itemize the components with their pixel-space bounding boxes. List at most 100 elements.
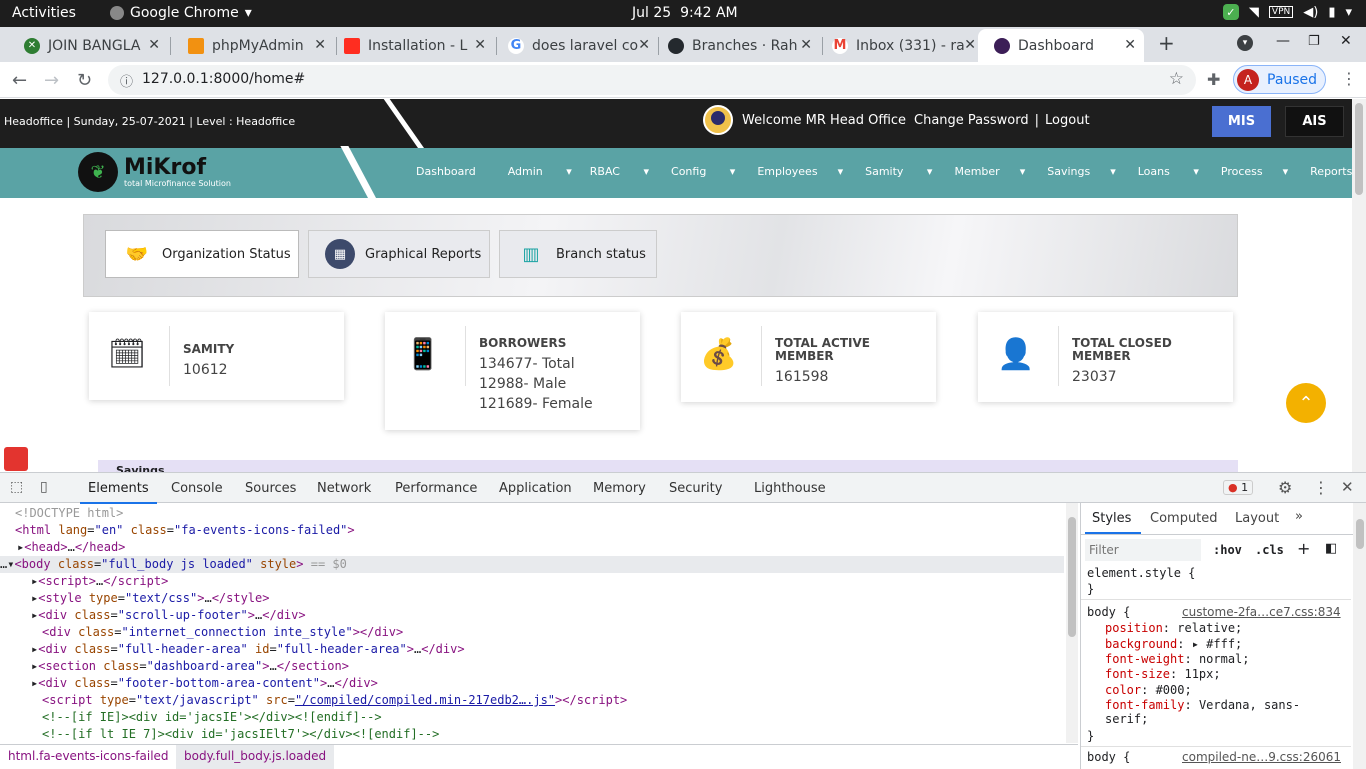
- close-tab-icon[interactable]: ✕: [148, 37, 160, 53]
- tab-console[interactable]: Console: [171, 481, 223, 496]
- minimize-icon[interactable]: —: [1276, 33, 1290, 49]
- dom-node[interactable]: <!--[if lt IE 7]><div id='jacsIElt7'></d…: [0, 726, 1064, 743]
- close-tab-icon[interactable]: ✕: [314, 37, 326, 53]
- tab-organization-status[interactable]: 🤝 Organization Status: [105, 230, 299, 278]
- tab-performance[interactable]: Performance: [395, 481, 477, 496]
- hov-toggle[interactable]: :hov: [1213, 543, 1242, 557]
- activities-button[interactable]: Activities: [12, 5, 76, 21]
- maximize-icon[interactable]: ❐: [1308, 34, 1320, 49]
- inspect-icon[interactable]: ⬚: [10, 479, 23, 495]
- tab-lighthouse[interactable]: Lighthouse: [754, 481, 826, 496]
- menu-samity[interactable]: Samity ▾: [865, 165, 932, 178]
- dom-node[interactable]: <html lang="en" class="fa-events-icons-f…: [0, 522, 1064, 539]
- extensions-icon[interactable]: ✚: [1207, 70, 1220, 89]
- mis-button[interactable]: MIS: [1212, 106, 1271, 137]
- css-prop[interactable]: font-size: 11px;: [1105, 667, 1221, 681]
- menu-reports[interactable]: Reports▾: [1310, 165, 1352, 178]
- more-menu-icon[interactable]: ⋮: [1341, 69, 1357, 88]
- browser-tab[interactable]: ✕ JOIN BANGLA ✕: [8, 29, 168, 62]
- logout-link[interactable]: Logout: [1045, 113, 1090, 128]
- dom-node[interactable]: ▸<div class="footer-bottom-area-content"…: [0, 675, 1064, 692]
- css-prop[interactable]: position: relative;: [1105, 621, 1242, 635]
- close-tab-icon[interactable]: ✕: [638, 37, 650, 53]
- tab-search-icon[interactable]: ▾: [1237, 35, 1253, 51]
- dom-node[interactable]: <div class="internet_connection inte_sty…: [0, 624, 1064, 641]
- browser-tab[interactable]: Branches · Rah ✕: [652, 29, 820, 62]
- error-badge[interactable]: ● 1: [1223, 480, 1254, 495]
- browser-tab-active[interactable]: Dashboard ✕: [978, 29, 1144, 62]
- debugbar-icon[interactable]: [4, 447, 28, 471]
- menu-loans[interactable]: Loans ▾: [1138, 165, 1199, 178]
- more-tabs-icon[interactable]: »: [1295, 509, 1303, 524]
- close-tab-icon[interactable]: ✕: [474, 37, 486, 53]
- breadcrumb-body[interactable]: body.full_body.js.loaded: [176, 745, 335, 769]
- css-prop[interactable]: font-family: Verdana, sans-serif;: [1105, 698, 1325, 726]
- close-tab-icon[interactable]: ✕: [1124, 37, 1136, 53]
- close-devtools-icon[interactable]: ✕: [1341, 478, 1354, 496]
- forward-icon[interactable]: →: [44, 70, 59, 91]
- dom-node[interactable]: ▸<div class="scroll-up-footer">…</div>: [0, 607, 1064, 624]
- new-rule-icon[interactable]: +: [1297, 539, 1310, 558]
- device-toolbar-icon[interactable]: ▯: [40, 479, 48, 495]
- clock[interactable]: Jul 25 9:42 AM: [632, 5, 738, 21]
- dom-node-selected[interactable]: …▾<body class="full_body js loaded" styl…: [0, 556, 1064, 573]
- close-tab-icon[interactable]: ✕: [964, 37, 976, 53]
- tab-sources[interactable]: Sources: [245, 481, 296, 496]
- browser-tab[interactable]: Gdoes laravel co ✕: [492, 29, 658, 62]
- toggle-sidebar-icon[interactable]: ◧: [1325, 541, 1337, 556]
- cls-toggle[interactable]: .cls: [1255, 543, 1284, 557]
- menu-member[interactable]: Member ▾: [954, 165, 1025, 178]
- reload-icon[interactable]: ↻: [77, 70, 92, 91]
- css-rule-selector[interactable]: body {: [1087, 750, 1130, 764]
- browser-tab[interactable]: phpMyAdmin ✕: [172, 29, 334, 62]
- close-tab-icon[interactable]: ✕: [800, 37, 812, 53]
- dom-node[interactable]: ▸<script>…</script>: [0, 573, 1064, 590]
- app-menu[interactable]: Google Chrome ▾: [110, 5, 252, 21]
- side-tab-layout[interactable]: Layout: [1235, 511, 1279, 526]
- dom-node[interactable]: ▸<section class="dashboard-area">…</sect…: [0, 658, 1064, 675]
- browser-tab[interactable]: M Inbox (331) - ra ✕: [816, 29, 984, 62]
- dom-node[interactable]: ▸<style type="text/css">…</style>: [0, 590, 1064, 607]
- side-tab-styles[interactable]: Styles: [1092, 511, 1131, 526]
- dom-tree[interactable]: <!DOCTYPE html> <html lang="en" class="f…: [0, 503, 1078, 743]
- menu-process[interactable]: Process ▾: [1221, 165, 1288, 178]
- browser-tab[interactable]: Installation - L ✕: [328, 29, 494, 62]
- bookmark-star-icon[interactable]: ☆: [1169, 69, 1184, 89]
- info-icon[interactable]: ⓘ: [120, 71, 133, 90]
- profile-button[interactable]: A Paused: [1233, 65, 1326, 94]
- tab-elements[interactable]: Elements: [80, 481, 157, 504]
- dom-tree-scrollbar[interactable]: [1066, 503, 1078, 743]
- address-bar[interactable]: ⓘ 127.0.0.1:8000/home# ☆: [108, 65, 1196, 95]
- new-tab-icon[interactable]: +: [1158, 31, 1175, 55]
- styles-scrollbar[interactable]: [1353, 503, 1366, 769]
- ais-button[interactable]: AIS: [1285, 106, 1344, 137]
- styles-filter-input[interactable]: [1085, 539, 1201, 561]
- css-prop[interactable]: font-weight: normal;: [1105, 652, 1250, 666]
- settings-gear-icon[interactable]: ⚙: [1278, 478, 1292, 497]
- dom-node[interactable]: <script type="text/javascript" src="/com…: [0, 692, 1064, 709]
- tab-security[interactable]: Security: [669, 481, 722, 496]
- css-prop[interactable]: color: #000;: [1105, 683, 1192, 697]
- menu-config[interactable]: Config ▾: [671, 165, 735, 178]
- tab-network[interactable]: Network: [317, 481, 371, 496]
- menu-employees[interactable]: Employees ▾: [757, 165, 843, 178]
- menu-savings[interactable]: Savings ▾: [1047, 165, 1116, 178]
- element-style-rule[interactable]: element.style {: [1087, 566, 1195, 580]
- css-rule-selector[interactable]: body {: [1087, 605, 1130, 619]
- breadcrumb-html[interactable]: html.fa-events-icons-failed: [8, 749, 169, 763]
- tab-branch-status[interactable]: ▥ Branch status: [499, 230, 657, 278]
- tab-memory[interactable]: Memory: [593, 481, 646, 496]
- css-source-link[interactable]: compiled-ne…9.css:26061: [1182, 750, 1341, 764]
- dom-node[interactable]: ▸<div class="full-header-area" id="full-…: [0, 641, 1064, 658]
- menu-dashboard[interactable]: Dashboard: [416, 165, 476, 178]
- more-options-icon[interactable]: ⋮: [1313, 478, 1329, 497]
- tab-graphical-reports[interactable]: ▦ Graphical Reports: [308, 230, 490, 278]
- menu-rbac[interactable]: RBAC ▾: [590, 165, 649, 178]
- css-prop[interactable]: background: ▸ #fff;: [1105, 637, 1242, 651]
- css-source-link[interactable]: custome-2fa…ce7.css:834: [1182, 605, 1341, 619]
- close-window-icon[interactable]: ✕: [1340, 33, 1352, 49]
- logo[interactable]: ❦ MiKrof total Microfinance Solution: [78, 152, 231, 192]
- scroll-up-button[interactable]: ⌃: [1286, 383, 1326, 423]
- menu-admin[interactable]: Admin ▾: [508, 165, 572, 178]
- change-password-link[interactable]: Change Password: [914, 113, 1029, 128]
